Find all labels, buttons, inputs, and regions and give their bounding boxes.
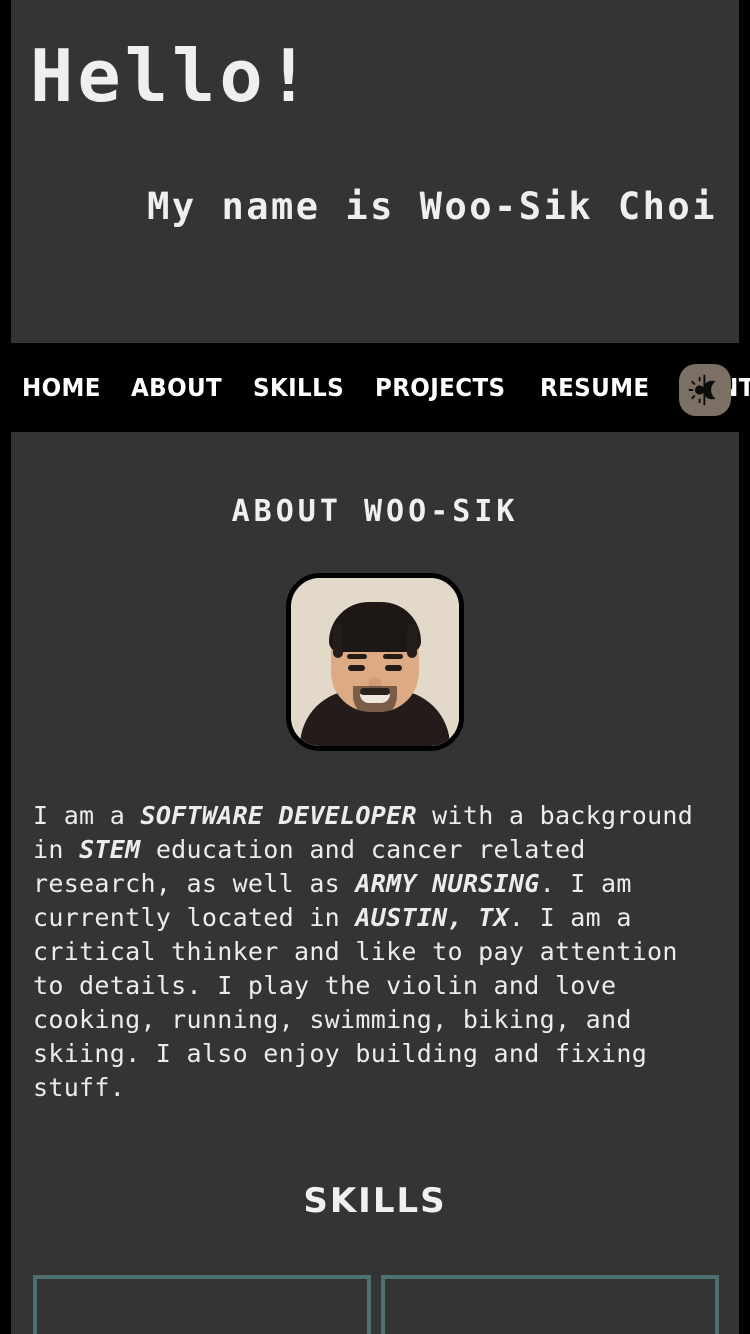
skill-card-frontend[interactable]: FRONTEND <box>33 1275 371 1334</box>
about-paragraph: I am a SOFTWARE DEVELOPER with a backgro… <box>33 799 721 1105</box>
about-text-part-5: . I am a critical thinker and like to pa… <box>33 903 678 1102</box>
page-title: Hello! <box>30 34 315 118</box>
about-emphasis-austin-tx: AUSTIN, TX <box>355 903 509 932</box>
nav-links: HOME ABOUT SKILLS PROJECTS RESUME CONTAC… <box>0 373 750 402</box>
skill-card-backend[interactable]: BACKEND <box>381 1275 719 1334</box>
skills-grid: FRONTEND BACKEND <box>33 1275 719 1334</box>
about-emphasis-stem: STEM <box>79 835 141 864</box>
about-section-heading: ABOUT WOO-SIK <box>231 494 519 529</box>
portrait-image <box>291 578 459 746</box>
nav-link-home[interactable]: HOME <box>22 373 101 402</box>
sun-moon-icon <box>688 373 722 407</box>
nav-link-projects[interactable]: PROJECTS <box>375 373 505 402</box>
about-text-part-1: I am a <box>33 801 141 830</box>
nav-link-resume[interactable]: RESUME <box>540 373 649 402</box>
hero-subtitle: My name is Woo-Sik Choi <box>147 185 717 228</box>
avatar <box>286 573 464 751</box>
nav-link-skills[interactable]: SKILLS <box>253 373 344 402</box>
main-content: ABOUT WOO-SIK I am a SOFTWARE DEVELOPER … <box>11 432 739 1334</box>
avatar-wrapper <box>11 573 739 751</box>
skills-section-heading: SKILLS <box>303 1181 447 1221</box>
page-root: Hello! My name is Woo-Sik Choi HOME ABOU… <box>0 0 750 1334</box>
nav-link-about[interactable]: ABOUT <box>131 373 222 402</box>
about-emphasis-army-nursing: ARMY NURSING <box>355 869 540 898</box>
hero-section: Hello! My name is Woo-Sik Choi <box>11 0 739 343</box>
theme-toggle-button[interactable] <box>679 364 731 416</box>
main-navbar: HOME ABOUT SKILLS PROJECTS RESUME CONTAC… <box>0 343 750 432</box>
about-emphasis-software-developer: SOFTWARE DEVELOPER <box>140 801 417 830</box>
